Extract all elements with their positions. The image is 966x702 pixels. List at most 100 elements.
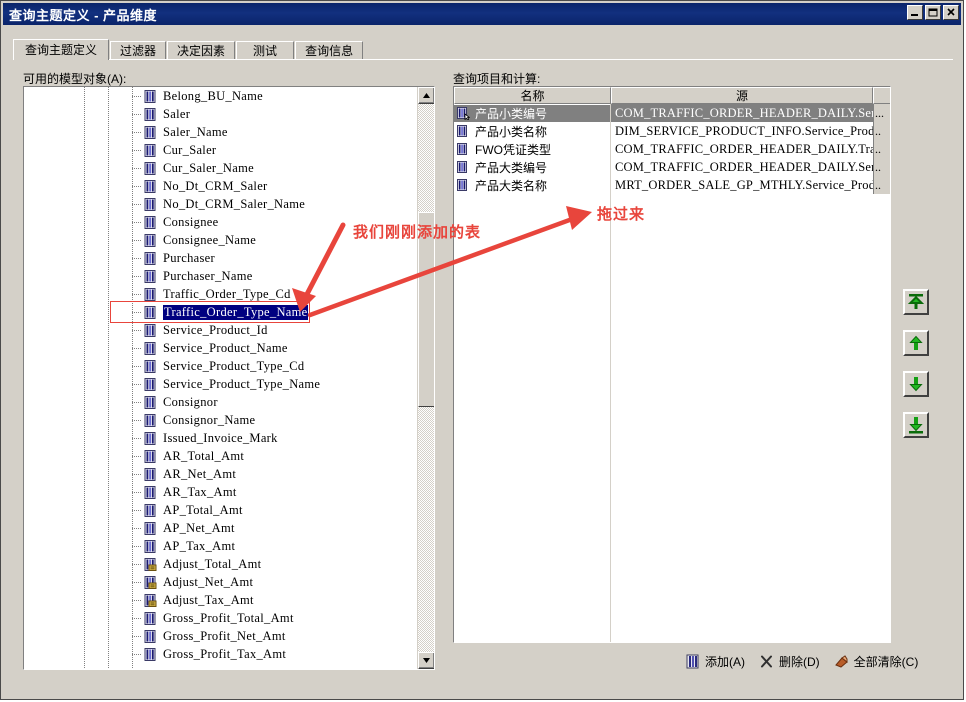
clear-all-button[interactable]: 全部清除(C) <box>830 651 923 672</box>
move-to-bottom-button[interactable] <box>903 412 929 438</box>
tree-item[interactable]: Consignor <box>24 393 414 411</box>
column-header-name[interactable]: 名称 <box>454 87 611 104</box>
column-divider-1 <box>610 104 611 642</box>
query-item-row[interactable]: 产品大类名称 MRT_ORDER_SALE_GP_MTHLY.Service_Pr… <box>454 176 890 194</box>
close-icon <box>947 8 955 16</box>
column-icon <box>144 521 157 535</box>
column-icon <box>144 215 157 229</box>
arrow-up-icon <box>909 335 923 350</box>
tab-filters[interactable]: 过滤器 <box>110 41 167 60</box>
query-item-source-truncation: .. <box>873 176 890 194</box>
tree-item-label: No_Dt_CRM_Saler_Name <box>163 196 306 211</box>
tree-item-label: Issued_Invoice_Mark <box>163 430 278 445</box>
tree-connector <box>132 168 142 169</box>
tree-item[interactable]: Gross_Profit_Total_Amt <box>24 609 414 627</box>
tree-item[interactable]: Issued_Invoice_Mark <box>24 429 414 447</box>
move-up-button[interactable] <box>903 330 929 356</box>
column-header-source[interactable]: 源 <box>611 87 873 104</box>
tree-item[interactable]: Service_Product_Type_Name <box>24 375 414 393</box>
delete-button[interactable]: 删除(D) <box>755 651 824 672</box>
tree-item[interactable]: Consignee <box>24 213 414 231</box>
available-model-objects-tree[interactable]: Belong_BU_Name Saler Saler_Name Cur_Saler Cu… <box>23 86 435 670</box>
tree-item[interactable]: AP_Total_Amt <box>24 501 414 519</box>
tree-item[interactable]: Service_Product_Name <box>24 339 414 357</box>
column-icon <box>144 503 157 517</box>
calculated-column-icon <box>144 593 157 607</box>
scroll-thumb[interactable] <box>418 212 434 407</box>
tree-connector <box>132 438 142 439</box>
tree-item-label: AP_Tax_Amt <box>163 538 236 553</box>
tab-determinants[interactable]: 决定因素 <box>167 41 236 60</box>
query-item-row[interactable]: FWO凭证类型 COM_TRAFFIC_ORDER_HEADER_DAILY.Tr… <box>454 140 890 158</box>
tree-item[interactable]: Saler <box>24 105 414 123</box>
dialog-window: 查询主题定义 - 产品维度 查询主题定义 过滤器 决定因素 测试 查询信息 可用… <box>0 0 964 700</box>
tree-item[interactable]: Traffic_Order_Type_Cd <box>24 285 414 303</box>
query-items-list[interactable]: 名称 源 产品小类编号 COM_TRAFFIC_ORDER_HEADER_DAIL… <box>453 86 891 643</box>
tree-item[interactable]: AR_Tax_Amt <box>24 483 414 501</box>
tree-item[interactable]: Belong_BU_Name <box>24 87 414 105</box>
column-icon <box>144 611 157 625</box>
column-icon <box>144 323 157 337</box>
scroll-up-button[interactable] <box>418 87 434 104</box>
tree-item[interactable]: No_Dt_CRM_Saler <box>24 177 414 195</box>
tree-item-label: Adjust_Tax_Amt <box>163 592 254 607</box>
query-item-name-label: 产品大类名称 <box>475 178 548 193</box>
tree-item[interactable]: Traffic_Order_Type_Name <box>24 303 414 321</box>
column-icon <box>144 287 157 301</box>
scroll-track[interactable] <box>418 104 434 652</box>
tree-item[interactable]: Consignor_Name <box>24 411 414 429</box>
tree-item[interactable]: Gross_Profit_Net_Amt <box>24 627 414 645</box>
tree-item[interactable]: Purchaser_Name <box>24 267 414 285</box>
column-icon <box>144 107 157 121</box>
query-item-source-truncation: .. <box>873 140 890 158</box>
tree-item[interactable]: Purchaser <box>24 249 414 267</box>
tree-item[interactable]: Consignee_Name <box>24 231 414 249</box>
tree-connector <box>132 402 142 403</box>
query-item-row[interactable]: 产品小类名称 DIM_SERVICE_PRODUCT_INFO.Service_P… <box>454 122 890 140</box>
query-item-source-truncation: .. <box>873 122 890 140</box>
tree-item-label: No_Dt_CRM_Saler <box>163 178 268 193</box>
query-item-name-cell: 产品大类编号 <box>454 159 611 176</box>
query-item-row[interactable]: 产品小类编号 COM_TRAFFIC_ORDER_HEADER_DAILY.Ser… <box>454 104 890 122</box>
query-item-name-cell: 产品小类名称 <box>454 123 611 140</box>
tree-item[interactable]: Cur_Saler <box>24 141 414 159</box>
minimize-button[interactable] <box>907 5 923 20</box>
column-icon <box>144 89 157 103</box>
tree-item[interactable]: Cur_Saler_Name <box>24 159 414 177</box>
tree-item[interactable]: AP_Net_Amt <box>24 519 414 537</box>
tree-vertical-scrollbar[interactable] <box>417 87 434 669</box>
tree-connector <box>132 186 142 187</box>
tree-connector <box>132 654 142 655</box>
add-button[interactable]: 添加(A) <box>681 651 749 672</box>
tree-item[interactable]: Gross_Profit_Tax_Amt <box>24 645 414 663</box>
tab-query-subject-definition[interactable]: 查询主题定义 <box>13 39 110 60</box>
move-to-top-button[interactable] <box>903 289 929 315</box>
maximize-button[interactable] <box>925 5 941 20</box>
tree-item[interactable]: Service_Product_Type_Cd <box>24 357 414 375</box>
tree-item[interactable]: Service_Product_Id <box>24 321 414 339</box>
column-icon <box>144 269 157 283</box>
minimize-icon <box>911 14 918 16</box>
tree-connector <box>132 204 142 205</box>
tree-item[interactable]: Saler_Name <box>24 123 414 141</box>
tree-item[interactable]: No_Dt_CRM_Saler_Name <box>24 195 414 213</box>
scroll-down-button[interactable] <box>418 652 434 669</box>
tab-test[interactable]: 测试 <box>236 41 295 60</box>
close-button[interactable] <box>943 5 959 20</box>
tab-query-information[interactable]: 查询信息 <box>295 41 364 60</box>
tree-item[interactable]: AR_Total_Amt <box>24 447 414 465</box>
tree-connector <box>132 312 142 313</box>
tree-item[interactable]: AP_Tax_Amt <box>24 537 414 555</box>
move-down-button[interactable] <box>903 371 929 397</box>
tree-item[interactable]: Adjust_Net_Amt <box>24 573 414 591</box>
tree-connector <box>132 582 142 583</box>
query-item-name-cell: FWO凭证类型 <box>454 141 611 158</box>
tree-item-label: Gross_Profit_Tax_Amt <box>163 646 287 661</box>
query-item-row[interactable]: 产品大类编号 COM_TRAFFIC_ORDER_HEADER_DAILY.Ser… <box>454 158 890 176</box>
tree-item[interactable]: Adjust_Total_Amt <box>24 555 414 573</box>
tree-item-label: Traffic_Order_Type_Name <box>163 304 309 320</box>
tree-item[interactable]: Adjust_Tax_Amt <box>24 591 414 609</box>
maximize-icon <box>928 8 938 17</box>
tree-connector <box>132 564 142 565</box>
tree-item[interactable]: AR_Net_Amt <box>24 465 414 483</box>
